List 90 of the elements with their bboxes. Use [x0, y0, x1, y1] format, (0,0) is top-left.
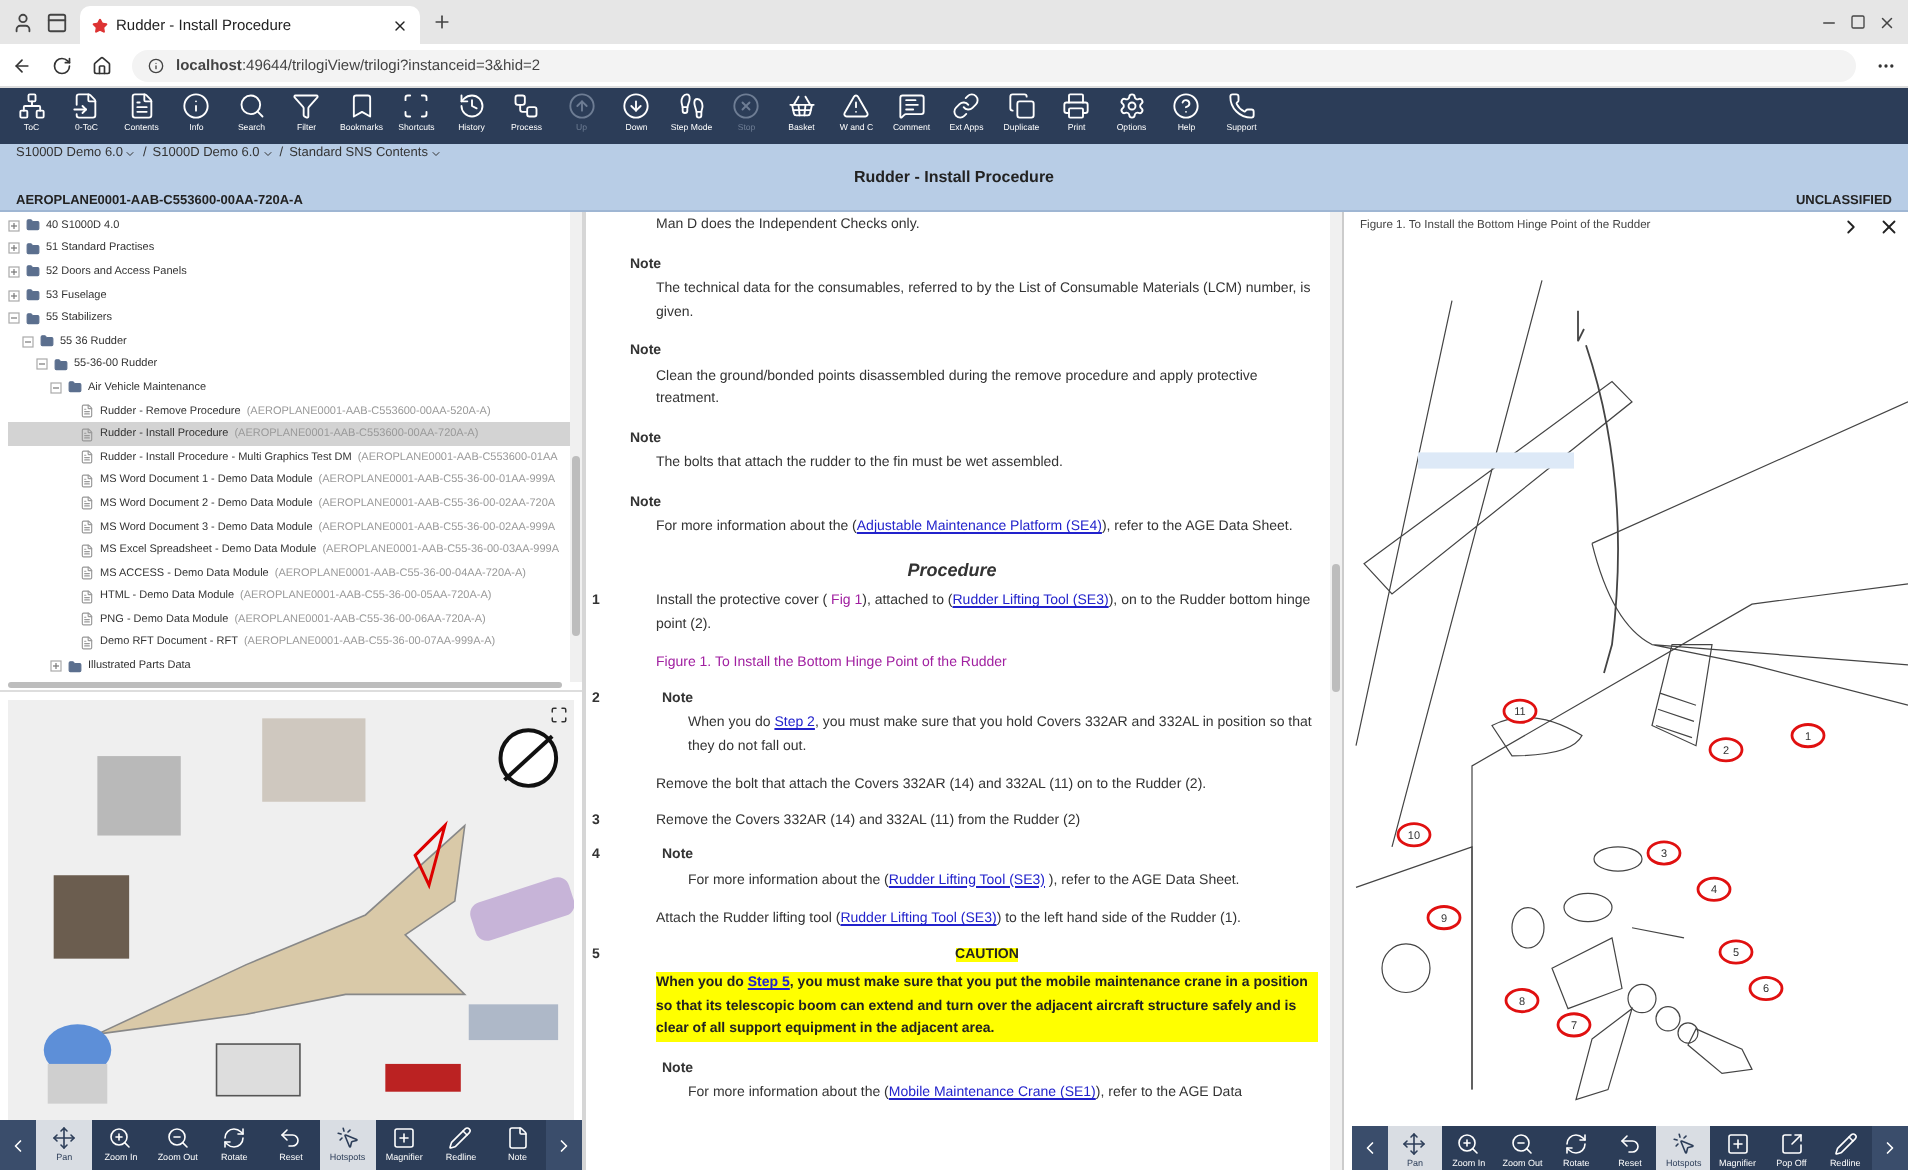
- expand-toggle[interactable]: [8, 289, 20, 302]
- basket-icon: [787, 92, 816, 120]
- scrollbar[interactable]: [1330, 212, 1342, 1170]
- bookmark-icon: [347, 92, 376, 120]
- expand-toggle[interactable]: [36, 358, 48, 371]
- caret-icon: [429, 147, 442, 159]
- close-icon[interactable]: [1878, 215, 1900, 238]
- site-icon: [92, 17, 108, 33]
- info-icon: [182, 92, 211, 120]
- folder-icon: [26, 218, 40, 233]
- magnifier-icon: [1725, 1132, 1750, 1157]
- scroll-right-button[interactable]: [545, 1120, 582, 1170]
- stop-icon: [732, 92, 761, 120]
- expand-toggle[interactable]: [50, 660, 62, 673]
- horizontal-scrollbar[interactable]: [8, 682, 562, 688]
- home-icon[interactable]: [92, 55, 112, 75]
- hierarchy-icon: [17, 92, 46, 120]
- info-icon: [148, 57, 164, 73]
- undo-icon: [1618, 1132, 1642, 1157]
- folder-icon: [54, 357, 68, 372]
- printer-icon: [1062, 92, 1091, 120]
- profile-icon[interactable]: [12, 11, 34, 33]
- expand-toggle[interactable]: [50, 381, 62, 394]
- zoom-in-icon: [1456, 1132, 1481, 1157]
- maximize-icon[interactable]: [1850, 14, 1866, 30]
- frame-icon: [402, 92, 431, 120]
- document-arrow-icon: [72, 92, 101, 120]
- expand-toggle[interactable]: [8, 219, 20, 232]
- help-icon: [1172, 92, 1201, 120]
- fullscreen-icon[interactable]: [550, 706, 568, 724]
- close-icon[interactable]: [392, 17, 408, 33]
- document-icon: [80, 450, 94, 465]
- folder-icon: [40, 334, 54, 349]
- document-icon: [80, 543, 94, 558]
- document-icon: [80, 404, 94, 419]
- search-icon: [237, 92, 266, 120]
- document-icon: [80, 635, 94, 650]
- comment-icon: [897, 92, 926, 120]
- folder-icon: [26, 288, 40, 303]
- expand-toggle[interactable]: [22, 335, 34, 348]
- undo-icon: [278, 1126, 303, 1150]
- history-icon: [457, 92, 486, 120]
- close-icon[interactable]: [1878, 13, 1896, 31]
- pointer-icon: [335, 1126, 360, 1150]
- reload-icon[interactable]: [52, 55, 72, 75]
- folder-icon: [26, 264, 40, 279]
- link-icon: [952, 92, 981, 120]
- footprints-icon: [677, 92, 706, 120]
- page-icon: [505, 1126, 530, 1150]
- settings-icon: [1117, 92, 1146, 120]
- expand-toggle[interactable]: [8, 242, 20, 255]
- phone-icon: [1227, 92, 1256, 120]
- expand-toggle[interactable]: [8, 312, 20, 325]
- zoom-in-icon: [108, 1126, 133, 1150]
- zoom-out-icon: [165, 1126, 190, 1150]
- new-tab-icon[interactable]: [432, 12, 452, 32]
- rotate-icon: [1564, 1132, 1589, 1157]
- copy-icon: [1007, 92, 1036, 120]
- document-icon: [80, 589, 94, 604]
- folder-icon: [68, 380, 82, 395]
- pointer-icon: [1671, 1132, 1696, 1157]
- folder-icon: [68, 659, 82, 674]
- folder-icon: [26, 241, 40, 256]
- document-icon: [127, 92, 156, 120]
- zoom-out-icon: [1510, 1132, 1535, 1157]
- document-title: Rudder - Install Procedure: [853, 168, 1055, 186]
- document-icon: [80, 496, 94, 511]
- tab-actions-icon[interactable]: [46, 11, 68, 33]
- move-icon: [52, 1126, 77, 1150]
- move-icon: [1402, 1132, 1427, 1157]
- magnifier-icon: [392, 1126, 417, 1150]
- flow-icon: [512, 92, 541, 120]
- scrollbar[interactable]: [570, 212, 582, 682]
- document-icon: [80, 566, 94, 581]
- caret-icon: [261, 147, 274, 159]
- caret-icon: [124, 147, 137, 159]
- document-icon: [80, 427, 94, 442]
- pencil-icon: [448, 1126, 473, 1150]
- warning-icon: [842, 92, 871, 120]
- document-icon: [80, 520, 94, 535]
- expand-toggle[interactable]: [8, 265, 20, 278]
- filter-icon: [292, 92, 321, 120]
- back-icon[interactable]: [12, 55, 32, 75]
- folder-icon: [26, 311, 40, 326]
- rotate-icon: [222, 1126, 247, 1150]
- document-icon: [80, 473, 94, 488]
- pencil-icon: [1833, 1132, 1858, 1157]
- pop-out-icon: [1779, 1132, 1804, 1157]
- document-icon: [80, 612, 94, 627]
- section-heading: Procedure: [905, 559, 999, 582]
